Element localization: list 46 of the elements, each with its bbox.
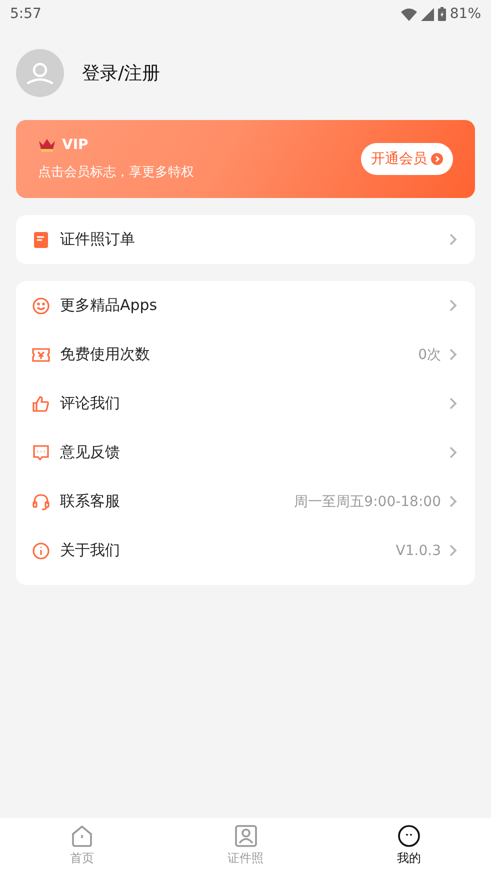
vip-subtitle: 点击会员标志，享更多特权: [38, 164, 194, 181]
tab-icon: [234, 824, 258, 848]
menu-icon: [32, 542, 50, 560]
crown-icon: [38, 138, 56, 152]
chevron-circle-icon: [431, 153, 443, 165]
menu-item[interactable]: 评论我们: [16, 379, 475, 428]
menu-icon: [32, 444, 50, 462]
chevron-right-icon: [449, 299, 457, 312]
tab-icon: [70, 824, 94, 848]
chevron-right-icon: [449, 446, 457, 459]
menu-label: 证件照订单: [60, 230, 136, 249]
menu-label: 免费使用次数: [60, 345, 151, 364]
chevron-right-icon: [449, 544, 457, 557]
menu-label: 更多精品Apps: [60, 296, 158, 315]
menu-value: V1.0.3: [396, 542, 441, 558]
menu-label: 关于我们: [60, 541, 121, 560]
menu-value: 周一至周五9:00-18:00: [294, 492, 441, 510]
menu-icon: [32, 394, 50, 412]
menu-item[interactable]: 免费使用次数 0次: [16, 330, 475, 379]
status-time: 5:57: [10, 6, 42, 22]
menu-icon: [32, 346, 50, 364]
tab-icon: [397, 824, 422, 848]
menu-item[interactable]: 证件照订单: [16, 215, 475, 264]
menu-icon: [32, 492, 50, 510]
menu-icon: [32, 296, 50, 314]
menu-icon: [32, 230, 50, 248]
chevron-right-icon: [449, 397, 457, 410]
menu-label: 评论我们: [60, 394, 121, 413]
menu-label: 联系客服: [60, 492, 121, 511]
vip-title: VIP: [62, 137, 88, 153]
wifi-icon: [400, 8, 417, 20]
menu-item[interactable]: 联系客服 周一至周五9:00-18:00: [16, 477, 475, 526]
chevron-right-icon: [449, 233, 457, 246]
menu-value: 0次: [418, 346, 441, 364]
chevron-right-icon: [449, 348, 457, 361]
menu-item[interactable]: 更多精品Apps: [16, 281, 475, 330]
login-link[interactable]: 登录/注册: [82, 61, 160, 85]
menu-item[interactable]: 意见反馈: [16, 428, 475, 477]
menu-label: 意见反馈: [60, 443, 121, 462]
avatar-icon[interactable]: [16, 49, 64, 97]
nav-tab[interactable]: 我的: [327, 818, 491, 873]
menu-item[interactable]: 关于我们 V1.0.3: [16, 526, 475, 575]
signal-icon: [420, 8, 434, 20]
battery-level: 81%: [450, 6, 481, 22]
battery-icon: [438, 7, 446, 21]
chevron-right-icon: [449, 495, 457, 508]
